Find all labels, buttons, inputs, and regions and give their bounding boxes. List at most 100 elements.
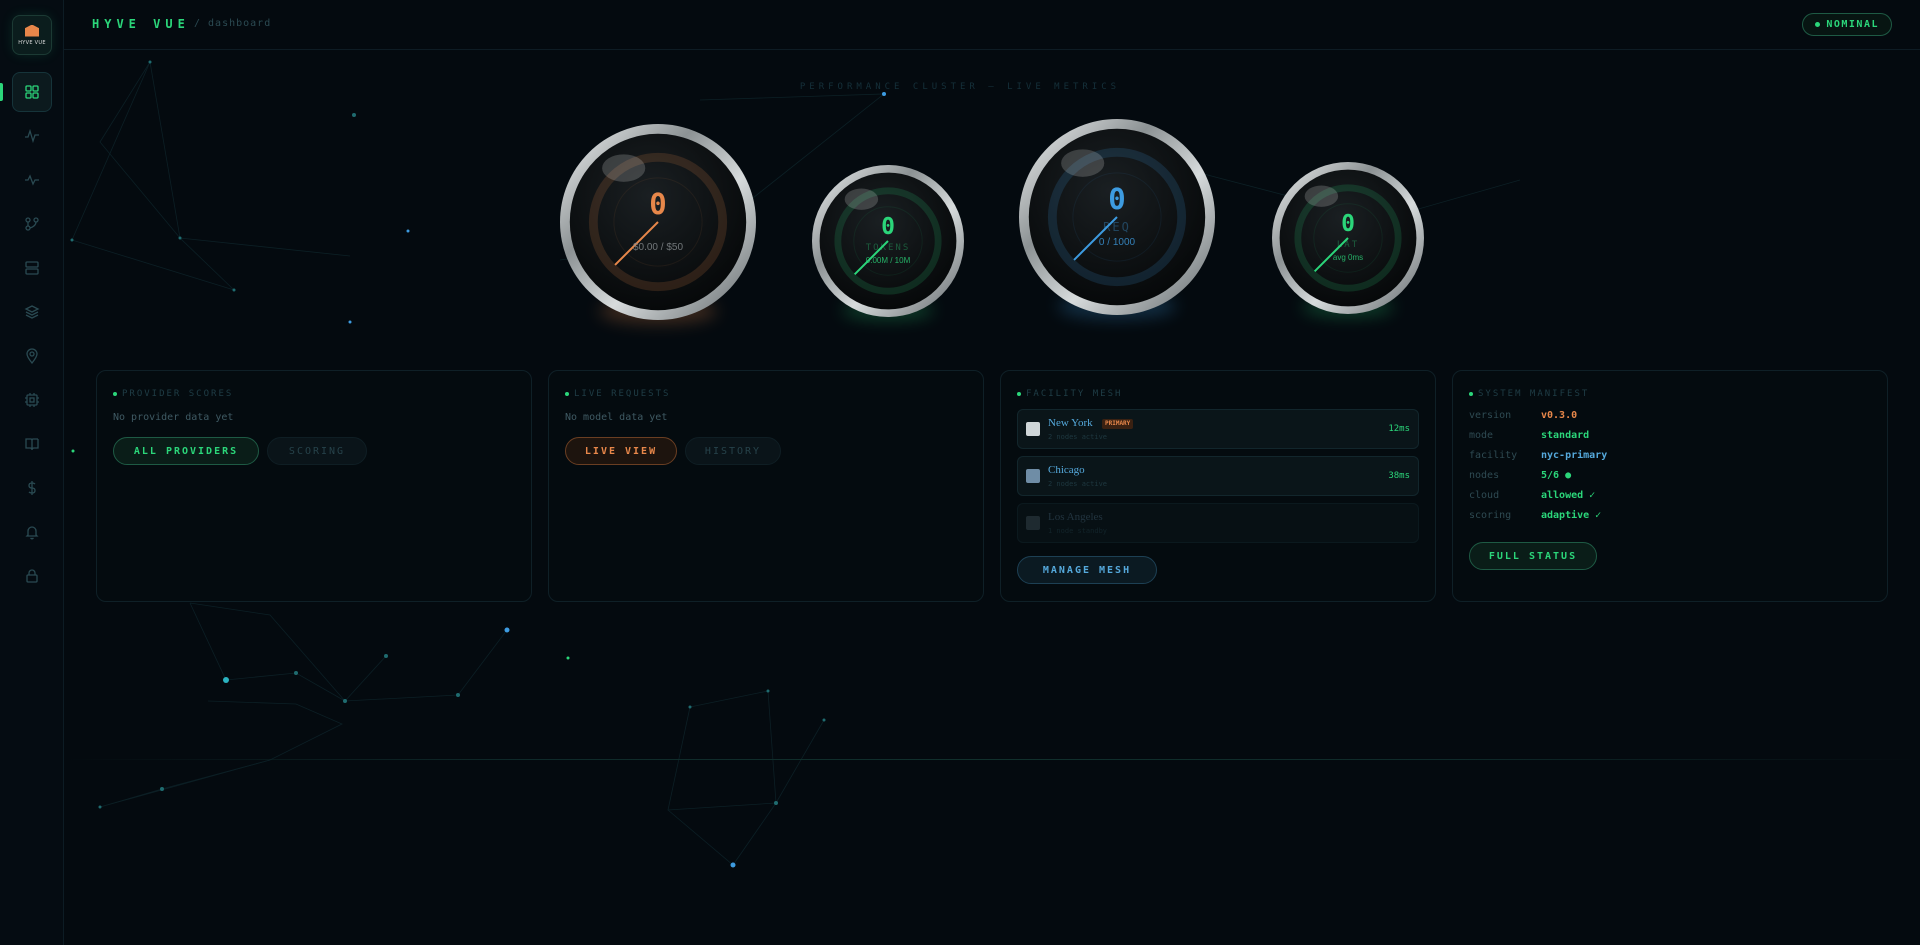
manifest-row-scoring: scoring adaptive ✓ (1469, 510, 1769, 526)
manifest-value: nyc-primary (1541, 450, 1608, 461)
sidebar-item-activity[interactable] (12, 116, 52, 156)
gauge-dial (560, 124, 756, 320)
facility-name: Chicago (1048, 464, 1085, 476)
topbar: HYVE VUE / dashboard NOMINAL (64, 0, 1920, 50)
all-providers-button[interactable]: ALL PROVIDERS (113, 437, 259, 465)
facility-sub: 2 nodes active (1048, 433, 1108, 441)
manifest-row-version: version v0.3.0 (1469, 410, 1769, 426)
sidebar: HYVE VUE (0, 0, 64, 945)
card-title-text: FACILITY MESH (1026, 389, 1123, 399)
card-dot-icon (1017, 392, 1021, 396)
sidebar-item-dashboard[interactable] (12, 72, 52, 112)
gauge-label: REQ (1103, 219, 1131, 234)
book-icon (25, 438, 39, 451)
manifest-row-nodes: nodes 5/6 ● (1469, 470, 1769, 486)
facility-mesh-card: FACILITY MESH New York PRIMARY 2 nodes a… (1000, 370, 1436, 602)
provider-scores-card: PROVIDER SCORES No provider data yet ALL… (96, 370, 532, 602)
facility-latency: 12ms (1388, 424, 1410, 434)
full-status-button[interactable]: FULL STATUS (1469, 542, 1597, 570)
sidebar-item-servers[interactable] (12, 248, 52, 288)
manifest-value: standard (1541, 430, 1590, 441)
gauge-latency: 0 LAT avg 0ms (1262, 152, 1434, 324)
hive-logo-icon (25, 24, 39, 37)
sidebar-item-locations[interactable] (12, 336, 52, 376)
status-text: NOMINAL (1826, 19, 1879, 30)
map-pin-icon (26, 348, 38, 364)
gauge-dial (1272, 162, 1424, 314)
app-logo[interactable]: HYVE VUE (12, 15, 52, 55)
sidebar-item-hardware[interactable] (12, 380, 52, 420)
sidebar-item-routing[interactable] (12, 204, 52, 244)
empty-state: No provider data yet (113, 412, 234, 423)
manifest-value: adaptive ✓ (1541, 510, 1602, 521)
manifest-key: mode (1469, 430, 1494, 441)
manifest-value: v0.3.0 (1541, 410, 1578, 421)
gauge-dial (1019, 119, 1215, 315)
facility-row-chicago[interactable]: Chicago 2 nodes active 38ms (1017, 456, 1419, 496)
building-icon (1026, 422, 1040, 436)
primary-badge: PRIMARY (1102, 419, 1134, 429)
chip-icon (25, 393, 39, 407)
manifest-key: scoring (1469, 510, 1512, 521)
sidebar-item-billing[interactable] (12, 468, 52, 508)
gauge-value: 0 (649, 186, 667, 221)
gauge-value: 0 (881, 213, 895, 240)
facility-name: New York (1048, 417, 1093, 429)
facility-sub: 2 nodes active (1048, 480, 1108, 488)
manifest-row-cloud: cloud allowed ✓ (1469, 490, 1769, 506)
manifest-key: nodes (1469, 470, 1500, 481)
horizon-line (64, 759, 1920, 760)
lock-icon (26, 569, 38, 583)
facility-latency: 38ms (1388, 471, 1410, 481)
manage-mesh-button[interactable]: MANAGE MESH (1017, 556, 1157, 584)
gauge-subtext: avg 0ms (1332, 253, 1364, 263)
gauge-value: 0 (1341, 210, 1355, 237)
manifest-key: cloud (1469, 490, 1500, 501)
facility-row-los-angeles[interactable]: Los Angeles 1 node standby (1017, 503, 1419, 543)
wave-icon (25, 174, 39, 186)
server-icon (25, 261, 39, 275)
empty-state: No model data yet (565, 412, 668, 423)
card-dot-icon (1469, 392, 1473, 396)
sidebar-item-alerts[interactable] (12, 512, 52, 552)
gauge-label: LAT (1336, 240, 1360, 251)
scoring-button[interactable]: SCORING (267, 437, 367, 465)
gauge-subtext: $0.00 / $50 (632, 241, 684, 253)
card-title: LIVE REQUESTS (565, 389, 670, 399)
breadcrumb[interactable]: / dashboard (194, 18, 271, 29)
layers-icon (24, 305, 40, 319)
system-manifest-card: SYSTEM MANIFEST version v0.3.0 mode standar… (1452, 370, 1888, 602)
status-dot-icon (1815, 22, 1821, 27)
building-icon (1026, 469, 1040, 483)
card-title-text: LIVE REQUESTS (574, 389, 671, 399)
logo-text: HYVE VUE (18, 39, 46, 46)
brand-title: HYVE VUE (92, 17, 190, 31)
system-status-badge[interactable]: NOMINAL (1802, 13, 1892, 36)
gauge-subtext: 0.00M / 10M (865, 256, 911, 266)
gauge-requests: 0 REQ 0 / 1000 (1009, 109, 1225, 325)
card-title: PROVIDER SCORES (113, 389, 233, 399)
pulse-icon (25, 128, 39, 144)
building-icon (1026, 516, 1040, 530)
manifest-key: facility (1469, 450, 1518, 461)
sidebar-item-layers[interactable] (12, 292, 52, 332)
live-view-button[interactable]: LIVE VIEW (565, 437, 677, 465)
card-dot-icon (113, 392, 117, 396)
manifest-value: 5/6 ● (1541, 470, 1572, 481)
card-title-text: SYSTEM MANIFEST (1478, 389, 1590, 399)
live-requests-card: LIVE REQUESTS No model data yet LIVE VIE… (548, 370, 984, 602)
gauge-value: 0 (1108, 181, 1126, 216)
sidebar-item-docs[interactable] (12, 424, 52, 464)
manifest-key: version (1469, 410, 1512, 421)
cluster-title: PERFORMANCE CLUSTER — LIVE METRICS (799, 82, 1121, 92)
sidebar-item-security[interactable] (12, 556, 52, 596)
sidebar-item-metrics[interactable] (12, 160, 52, 200)
branch-icon (25, 217, 39, 231)
bell-icon (25, 526, 39, 540)
gauge-label: TOKENS (865, 243, 911, 254)
gauge-subtext: 0 / 1000 (1098, 236, 1136, 248)
facility-row-new-york[interactable]: New York PRIMARY 2 nodes active 12ms (1017, 409, 1419, 449)
history-button[interactable]: HISTORY (685, 437, 781, 465)
card-dot-icon (565, 392, 569, 396)
facility-name: Los Angeles (1048, 511, 1103, 523)
